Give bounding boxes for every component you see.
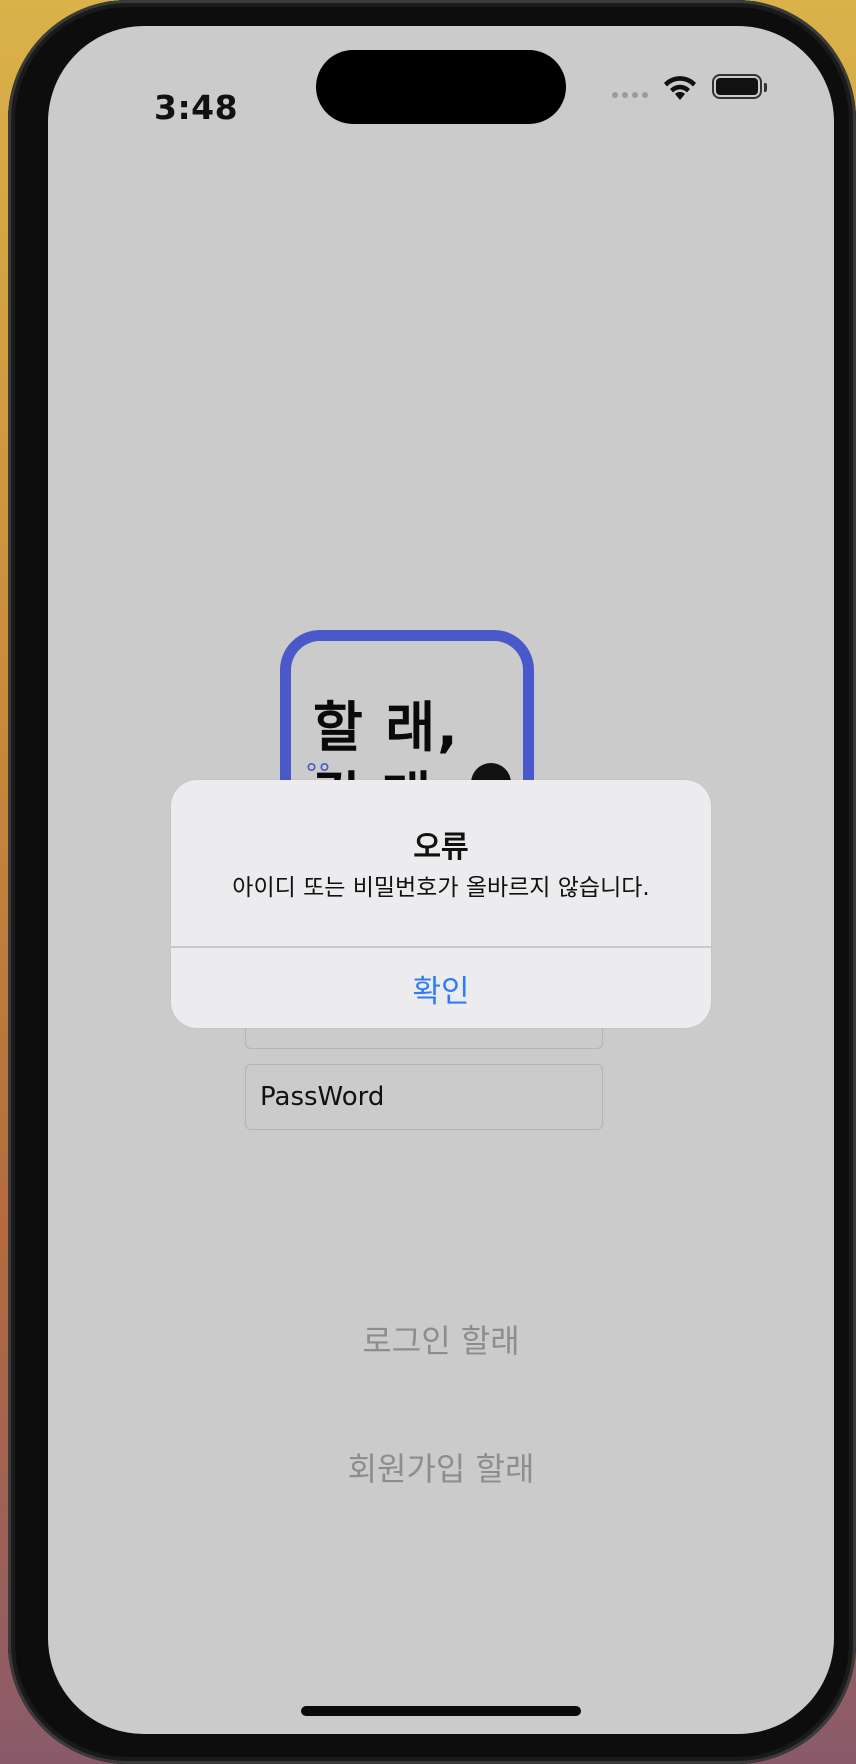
signup-button[interactable]: 회원가입 할래 [48, 1444, 834, 1490]
wifi-icon [662, 74, 698, 106]
password-field[interactable]: PassWord [245, 1064, 603, 1130]
cellular-signal-icon [612, 92, 648, 98]
logo-text-line1: 할 래, [313, 696, 460, 759]
app-screen: 3:48 할 래, °° 갈 래 PassW [48, 26, 834, 1734]
battery-icon [712, 74, 767, 99]
error-alert-dialog: 오류 아이디 또는 비밀번호가 올바르지 않습니다. 확인 [171, 780, 711, 1028]
alert-confirm-button[interactable]: 확인 [171, 948, 711, 1028]
alert-message: 아이디 또는 비밀번호가 올바르지 않습니다. [232, 875, 650, 901]
device-frame: 3:48 할 래, °° 갈 래 PassW [8, 0, 856, 1764]
dynamic-island [316, 50, 566, 124]
status-clock: 3:48 [154, 88, 239, 127]
login-button[interactable]: 로그인 할래 [48, 1316, 834, 1362]
status-bar: 3:48 [48, 26, 834, 136]
alert-title: 오류 [413, 830, 469, 865]
home-indicator[interactable] [301, 1706, 581, 1716]
